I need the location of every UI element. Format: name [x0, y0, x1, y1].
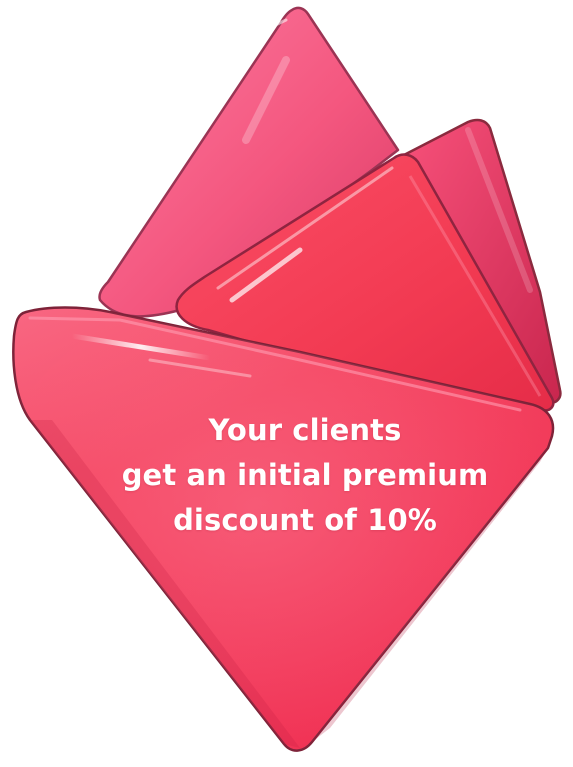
promo-card: Your clients get an initial premium disc…: [0, 0, 573, 767]
promo-message: Your clients get an initial premium disc…: [90, 408, 520, 543]
red-crystal-illustration: [12, 6, 562, 752]
promo-line-2: get an initial premium: [121, 458, 489, 492]
promo-line-1: Your clients: [208, 413, 402, 447]
promo-line-3: discount of 10%: [173, 503, 437, 537]
